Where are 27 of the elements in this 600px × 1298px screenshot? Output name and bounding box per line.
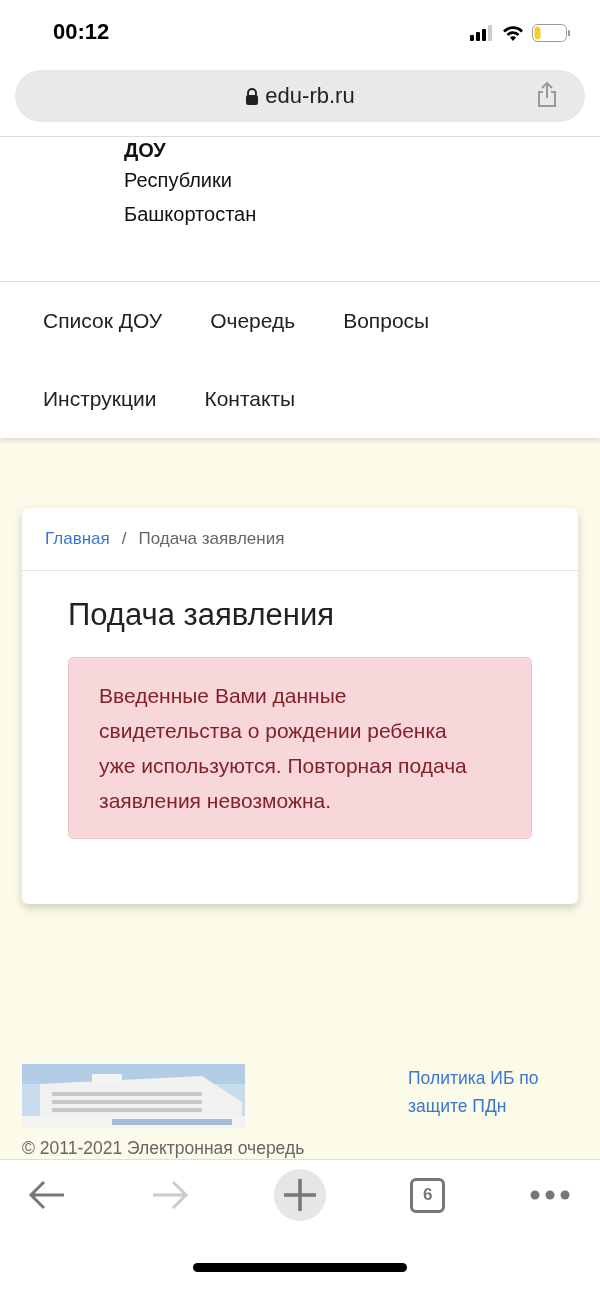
wifi-icon (502, 25, 524, 41)
new-tab-icon[interactable] (273, 1169, 326, 1221)
nav-link[interactable]: Вопросы (343, 309, 430, 333)
signal-icon (470, 25, 494, 41)
site-title-line: ДОУ (124, 138, 167, 163)
nav-link[interactable]: Инструкции (43, 387, 157, 411)
more-icon[interactable] (530, 1190, 570, 1200)
url-text: edu-rb.ru (265, 83, 355, 109)
site-title-line: Республики (124, 168, 233, 193)
back-icon[interactable] (28, 1179, 66, 1211)
nav-link[interactable]: Список ДОУ (43, 309, 163, 333)
breadcrumb-link[interactable]: Главная (45, 529, 110, 549)
privacy-policy-link[interactable]: Политика ИБ по защите ПДн (408, 1064, 578, 1120)
tabs-count-button[interactable]: 6 (410, 1177, 446, 1213)
breadcrumb-separator: / (121, 529, 127, 549)
battery-icon (532, 24, 570, 42)
nav-link[interactable]: Контакты (204, 387, 296, 411)
status-time: 00:12 (53, 19, 110, 45)
lock-icon (245, 87, 260, 105)
copyright-text: © 2011-2021 Электронная очередь (22, 1138, 306, 1159)
site-title-line: Башкортостан (124, 202, 258, 227)
share-icon[interactable] (536, 82, 558, 108)
current-page-label: Подача заявления (138, 529, 285, 549)
error-alert: Введенные Вами данные свидетельства о рождении ребенка уже используются. Повторная подача заявления невозможна. (68, 657, 532, 839)
nav-link[interactable]: Очередь (210, 309, 296, 333)
address-bar[interactable]: edu-rb.ru (15, 70, 585, 122)
page-title: Подача заявления (68, 597, 336, 633)
